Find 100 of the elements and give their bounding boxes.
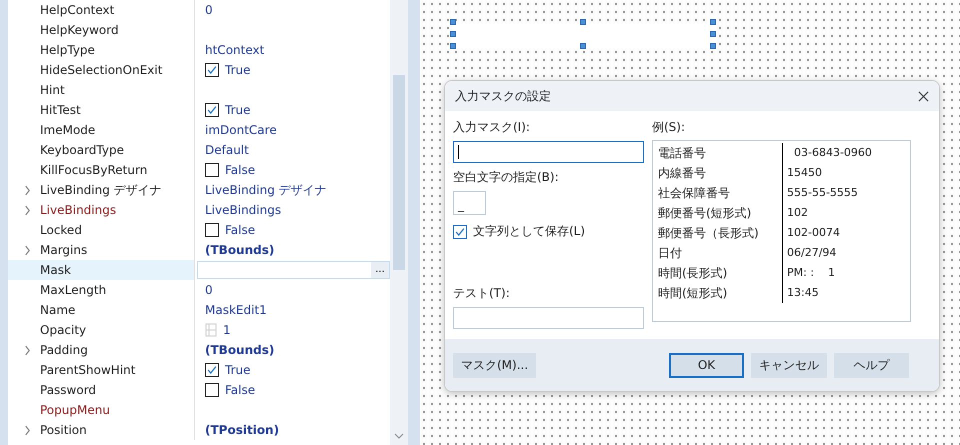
checkbox[interactable] xyxy=(205,363,219,377)
checkbox[interactable] xyxy=(205,63,219,77)
close-icon[interactable] xyxy=(918,90,929,102)
example-name[interactable]: 時間(短形式) xyxy=(658,283,783,303)
slider-icon xyxy=(205,323,217,337)
checkbox[interactable] xyxy=(205,163,219,177)
field-label: 空白文字の指定(B): xyxy=(453,169,560,186)
scroll-down-icon[interactable] xyxy=(394,433,404,439)
property-row[interactable]: PopupMenu xyxy=(8,400,390,420)
property-name: Hint xyxy=(40,83,65,97)
example-sample[interactable]: 555-55-5555 xyxy=(783,183,905,203)
property-value: 0 xyxy=(205,3,213,17)
scrollbar-thumb[interactable] xyxy=(393,75,405,270)
property-name: HideSelectionOnExit xyxy=(40,63,162,77)
property-value: 0 xyxy=(205,283,213,297)
property-name: KeyboardType xyxy=(40,143,124,157)
property-row[interactable]: Password False xyxy=(8,380,390,400)
dialog-button[interactable]: キャンセル xyxy=(751,352,827,378)
property-name: LiveBindings xyxy=(40,203,116,217)
property-name: Margins xyxy=(40,243,88,257)
property-row[interactable]: Hint xyxy=(8,80,390,100)
property-row[interactable]: MaxLength 0 xyxy=(8,280,390,300)
property-name: Locked xyxy=(40,223,82,237)
example-sample[interactable]: 102-0074 xyxy=(783,223,905,243)
field-label: 入力マスク(I): xyxy=(453,119,531,136)
example-name[interactable]: 時間(長形式) xyxy=(658,263,783,283)
expand-chevron-icon[interactable] xyxy=(24,424,31,436)
property-name: Name xyxy=(40,303,76,317)
checkbox-label: 文字列として保存(L) xyxy=(473,223,586,240)
property-name: MaxLength xyxy=(40,283,106,297)
property-row[interactable]: HitTest True xyxy=(8,100,390,120)
expand-chevron-icon[interactable] xyxy=(24,244,31,256)
property-row[interactable]: Name MaskEdit1 xyxy=(8,300,390,320)
expand-chevron-icon[interactable] xyxy=(24,344,31,356)
example-sample[interactable]: 102 xyxy=(783,203,905,223)
dialog-button[interactable]: OK xyxy=(669,352,744,378)
example-sample[interactable]: PM: : 1 xyxy=(783,263,905,283)
property-value: False xyxy=(225,383,256,397)
property-name: Mask xyxy=(40,263,71,277)
property-row[interactable]: Padding (TBounds) xyxy=(8,340,390,360)
example-name[interactable]: 郵便番号（長形式) xyxy=(658,223,783,243)
property-value: True xyxy=(225,103,250,117)
property-row[interactable]: KillFocusByReturn False xyxy=(8,160,390,180)
ellipsis-button[interactable]: ... xyxy=(371,262,389,278)
example-sample[interactable]: 06/27/94 xyxy=(783,243,905,263)
checkbox[interactable] xyxy=(205,383,219,397)
checkbox[interactable] xyxy=(205,103,219,117)
property-value: False xyxy=(225,223,256,237)
property-name: Position xyxy=(40,423,87,437)
property-row[interactable]: HideSelectionOnExit True xyxy=(8,60,390,80)
example-sample[interactable]: 03-6843-0960 xyxy=(783,143,905,163)
property-row[interactable]: LiveBindings LiveBindings xyxy=(8,200,390,220)
property-row[interactable]: HelpType htContext xyxy=(8,40,390,60)
property-name: HelpKeyword xyxy=(40,23,119,37)
property-row[interactable]: HelpKeyword xyxy=(8,20,390,40)
example-name[interactable]: 社会保障番号 xyxy=(658,183,783,203)
input-mask-field[interactable] xyxy=(453,141,644,163)
scrollbar[interactable] xyxy=(390,0,408,445)
field-label: テスト(T): xyxy=(453,285,511,302)
property-value: imDontCare xyxy=(205,123,277,137)
property-name: LiveBinding デザイナ xyxy=(40,182,162,198)
property-row[interactable]: HelpContext 0 xyxy=(8,0,390,20)
test-input-field[interactable] xyxy=(453,307,644,329)
dialog-button[interactable]: ヘルプ xyxy=(834,352,909,378)
property-value: htContext xyxy=(205,43,264,57)
property-value: True xyxy=(225,63,250,77)
property-value: (TPosition) xyxy=(205,423,280,437)
dialog-button[interactable]: マスク(M)... xyxy=(453,352,536,378)
property-name: ImeMode xyxy=(40,123,96,137)
expand-chevron-icon[interactable] xyxy=(24,204,31,216)
example-sample[interactable]: 13:45 xyxy=(783,283,905,303)
property-value: Default xyxy=(205,143,249,157)
property-name: KillFocusByReturn xyxy=(40,163,148,177)
property-row[interactable]: Locked False xyxy=(8,220,390,240)
checkbox[interactable] xyxy=(453,224,467,238)
property-row[interactable]: ImeMode imDontCare xyxy=(8,120,390,140)
property-name: HitTest xyxy=(40,103,81,117)
property-value: (TBounds) xyxy=(205,243,274,257)
property-name: ParentShowHint xyxy=(40,363,136,377)
example-sample[interactable]: 15450 xyxy=(783,163,905,183)
example-name[interactable]: 郵便番号(短形式) xyxy=(658,203,783,223)
blank-char-field[interactable]: _ xyxy=(453,191,486,215)
property-row[interactable]: LiveBinding デザイナ LiveBinding デザイナ xyxy=(8,180,390,200)
example-name[interactable]: 電話番号 xyxy=(658,143,783,163)
property-editor-field[interactable]: ... xyxy=(197,261,390,279)
expand-chevron-icon[interactable] xyxy=(24,184,31,196)
property-row[interactable]: Position (TPosition) xyxy=(8,420,390,440)
property-row[interactable]: KeyboardType Default xyxy=(8,140,390,160)
property-name: HelpContext xyxy=(40,3,114,17)
property-value: LiveBindings xyxy=(205,203,282,217)
property-name: Padding xyxy=(40,343,88,357)
checkbox[interactable] xyxy=(205,223,219,237)
field-label: 例(S): xyxy=(652,119,686,136)
property-row[interactable]: ParentShowHint True xyxy=(8,360,390,380)
property-row[interactable]: Opacity 1 xyxy=(8,320,390,340)
dialog-title: 入力マスクの設定 xyxy=(455,88,552,104)
property-value: 1 xyxy=(223,323,231,337)
example-name[interactable]: 日付 xyxy=(658,243,783,263)
example-name[interactable]: 内線番号 xyxy=(658,163,783,183)
property-value: False xyxy=(225,163,256,177)
